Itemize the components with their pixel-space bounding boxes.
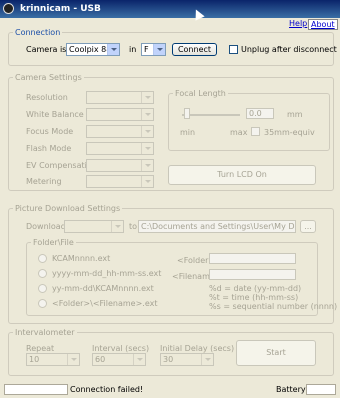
interval-select[interactable]: 60: [92, 353, 146, 366]
unplug-checkbox[interactable]: [229, 45, 238, 54]
repeat-select[interactable]: 10: [26, 353, 80, 366]
repeat-value: 10: [29, 355, 40, 364]
initial-delay-label: Initial Delay (secs): [160, 344, 235, 353]
white-balance-select[interactable]: [86, 108, 154, 121]
connect-button[interactable]: Connect: [172, 43, 217, 56]
focal-length-group: Focal Length: [168, 89, 330, 151]
in-label: in: [129, 45, 137, 54]
focal-slider-track: [182, 114, 240, 116]
metering-select[interactable]: [86, 175, 154, 188]
drive-value: F: [144, 45, 149, 54]
chevron-down-icon: [141, 109, 153, 120]
chevron-down-icon: [141, 160, 153, 171]
focus-mode-label: Focus Mode: [26, 127, 74, 136]
chevron-down-icon: [201, 354, 213, 365]
battery-label: Battery: [276, 385, 306, 394]
metering-label: Metering: [26, 177, 62, 186]
status-bar: Connection failed! Battery: [0, 382, 340, 398]
flash-mode-select[interactable]: [86, 142, 154, 155]
naming-option-4-label: <Folder>\<Filename>.ext: [52, 299, 158, 308]
focal-value-input[interactable]: 0.0: [246, 108, 274, 119]
naming-option-3-radio[interactable]: [38, 284, 47, 293]
status-message: Connection failed!: [70, 385, 144, 394]
initial-delay-value: 30: [163, 355, 174, 364]
focal-length-legend: Focal Length: [175, 89, 226, 98]
turn-lcd-on-button[interactable]: Turn LCD On: [168, 165, 316, 185]
max-label: max: [230, 128, 248, 137]
app-icon: [3, 3, 14, 14]
chevron-down-icon: [141, 126, 153, 137]
flash-mode-label: Flash Mode: [26, 144, 72, 153]
download-path-input[interactable]: C:\Documents and Settings\User\My Docume…: [138, 220, 296, 233]
chevron-down-icon: [141, 143, 153, 154]
chevron-down-icon[interactable]: [107, 44, 119, 55]
mm-label: mm: [287, 110, 303, 119]
camera-settings-legend: Camera Settings: [15, 73, 82, 82]
camera-model-select[interactable]: Coolpix 885: [66, 43, 120, 56]
ev-compensation-select[interactable]: [86, 159, 154, 172]
filename-input[interactable]: [209, 269, 296, 280]
drive-select[interactable]: F: [141, 43, 166, 56]
connection-legend: Connection: [15, 28, 61, 37]
intervalometer-legend: Intervalometer: [15, 328, 75, 337]
naming-option-1-radio[interactable]: [38, 254, 47, 263]
battery-indicator: [306, 384, 336, 395]
equiv-checkbox[interactable]: [251, 127, 260, 136]
download-select[interactable]: [64, 220, 124, 233]
download-settings-legend: Picture Download Settings: [15, 204, 121, 213]
status-panel-left: [4, 384, 68, 395]
naming-option-2-radio[interactable]: [38, 269, 47, 278]
browse-button[interactable]: ...: [300, 220, 316, 233]
title-bar[interactable]: krinnicam - USB: [0, 0, 340, 18]
white-balance-label: White Balance: [26, 110, 84, 119]
naming-option-1-label: KCAMnnnn.ext: [52, 254, 111, 263]
interval-value: 60: [95, 355, 106, 364]
folder-file-legend: Folder\File: [33, 238, 74, 247]
resolution-label: Resolution: [26, 93, 68, 102]
folder-input[interactable]: [209, 253, 296, 264]
repeat-label: Repeat: [26, 344, 55, 353]
chevron-down-icon: [133, 354, 145, 365]
window-title: krinnicam - USB: [20, 4, 101, 14]
naming-option-4-radio[interactable]: [38, 299, 47, 308]
equiv-label: 35mm-equiv: [264, 128, 315, 137]
chevron-down-icon[interactable]: [153, 44, 165, 55]
chevron-down-icon: [141, 92, 153, 103]
to-label: to: [129, 222, 138, 231]
naming-option-3-label: yy-mm-dd\KCAMnnnn.ext: [52, 284, 154, 293]
naming-option-2-label: yyyy-mm-dd_hh-mm-ss.ext: [52, 269, 162, 278]
focus-mode-select[interactable]: [86, 125, 154, 138]
chevron-down-icon: [67, 354, 79, 365]
min-label: min: [180, 128, 196, 137]
chevron-down-icon: [111, 221, 123, 232]
chevron-down-icon: [141, 176, 153, 187]
focal-slider-thumb[interactable]: [184, 108, 190, 119]
date-help-text: %d = date (yy-mm-dd): [209, 284, 302, 293]
unplug-label: Unplug after disconnect: [241, 45, 337, 54]
resolution-select[interactable]: [86, 91, 154, 104]
help-link[interactable]: Help: [289, 19, 307, 28]
interval-label: Interval (secs): [92, 344, 150, 353]
download-label: Download: [26, 222, 66, 231]
sequence-help-text: %s = sequential number (nnnn): [209, 302, 338, 311]
initial-delay-select[interactable]: 30: [160, 353, 214, 366]
time-help-text: %t = time (hh-mm-ss): [209, 293, 299, 302]
start-button[interactable]: Start: [236, 340, 316, 366]
